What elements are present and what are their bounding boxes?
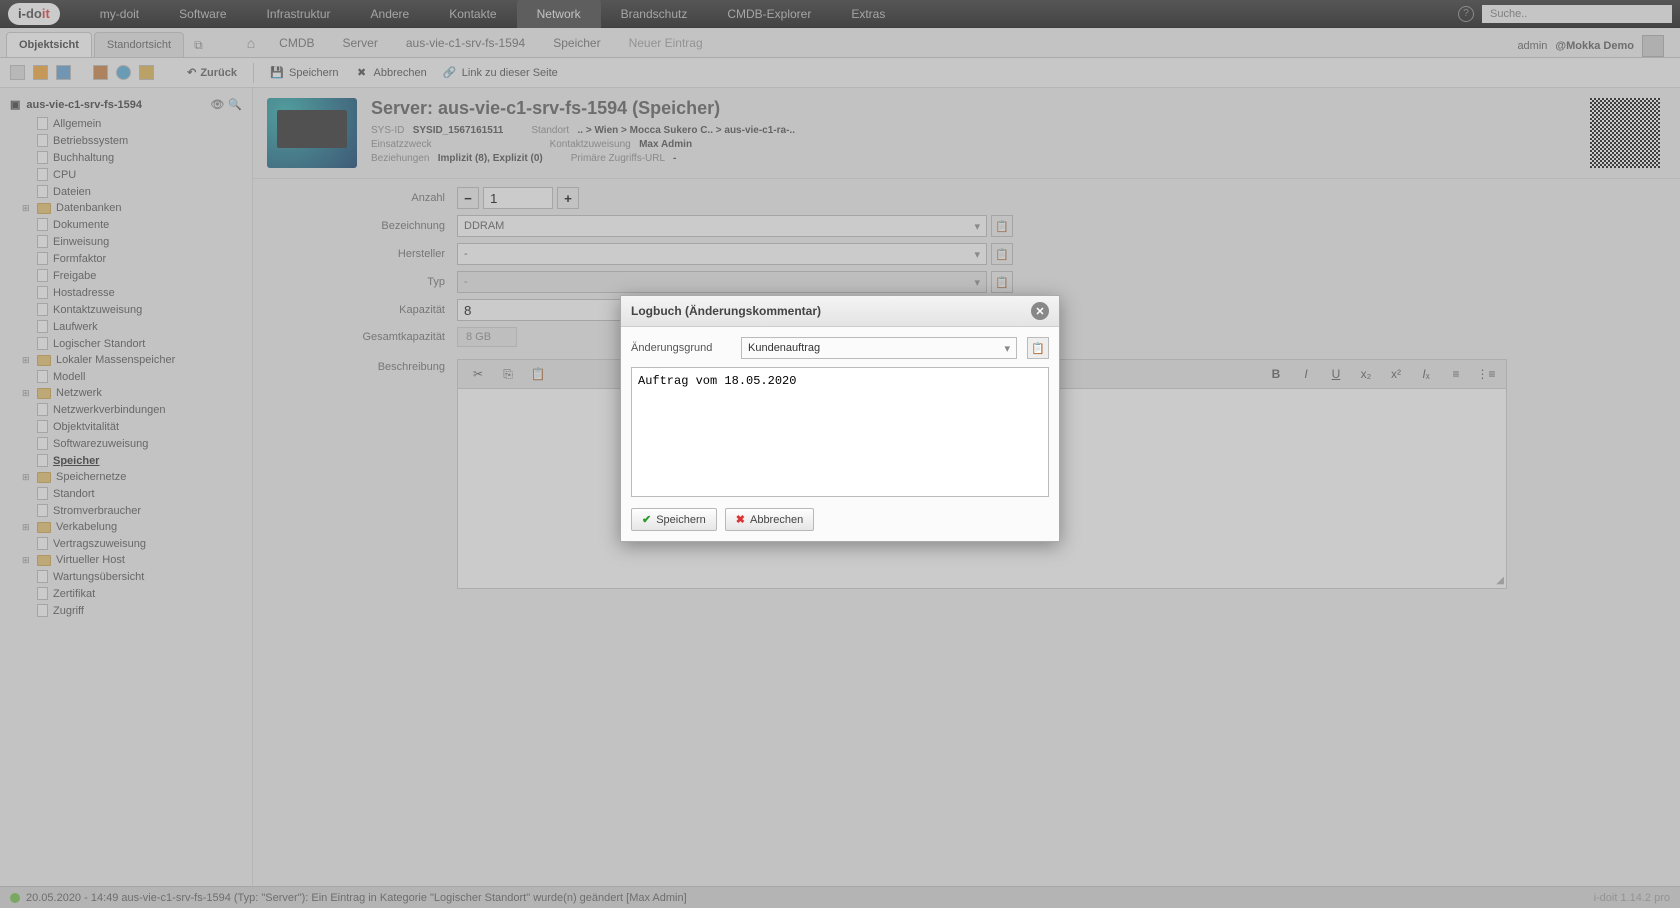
logbook-modal: Logbuch (Änderungskommentar) ✕ Änderungs… <box>620 295 1060 542</box>
close-icon[interactable]: ✕ <box>1031 302 1049 320</box>
comment-textarea[interactable] <box>631 367 1049 497</box>
reason-add-icon[interactable]: 📋 <box>1027 337 1049 359</box>
reason-label: Änderungsgrund <box>631 342 731 354</box>
modal-overlay: Logbuch (Änderungskommentar) ✕ Änderungs… <box>0 0 1680 908</box>
x-icon: ✖ <box>736 513 745 526</box>
modal-cancel-button[interactable]: ✖Abbrechen <box>725 508 814 531</box>
modal-save-button[interactable]: ✔Speichern <box>631 508 717 531</box>
check-icon: ✔ <box>642 513 651 526</box>
reason-select[interactable]: Kundenauftrag <box>741 337 1017 359</box>
modal-titlebar: Logbuch (Änderungskommentar) ✕ <box>621 296 1059 327</box>
